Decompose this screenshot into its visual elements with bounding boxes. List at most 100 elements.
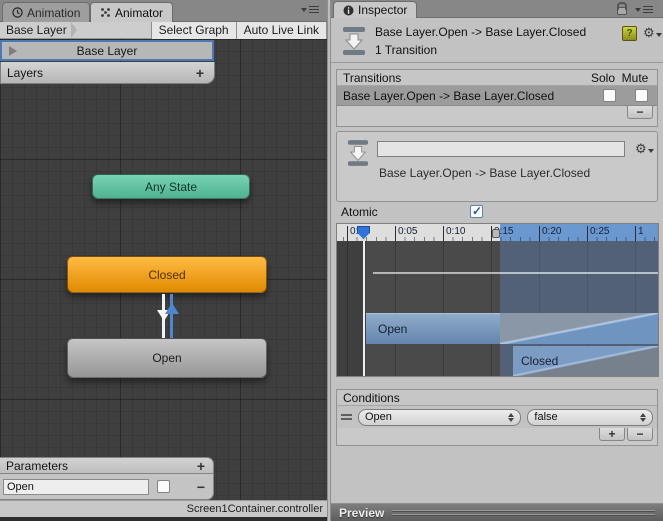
clip-bar-open[interactable]: Open: [366, 313, 500, 344]
atomic-label: Atomic: [341, 205, 378, 219]
inspector-menu-icon[interactable]: [635, 6, 653, 13]
clip-bar-closed[interactable]: Closed: [513, 346, 658, 376]
transition-timeline[interactable]: 0:00 0:05 0:10 0:15 0:20 0:25 1 Open: [336, 223, 659, 377]
inspector-pane: Inspector Base Layer.Open -> Base Layer.…: [331, 0, 663, 521]
lock-icon[interactable]: [617, 2, 627, 15]
tab-inspector[interactable]: Inspector: [333, 1, 418, 18]
conditions-footer: + −: [337, 428, 657, 445]
chevron-down-icon: [635, 7, 641, 12]
controller-statusbar: Screen1Container.controller: [0, 500, 327, 517]
animator-toolbar: Base Layer Select Graph Auto Live Link: [0, 21, 327, 39]
parameters-title: Parameters: [6, 458, 69, 473]
condition-parameter-dropdown[interactable]: Open: [357, 408, 522, 426]
select-graph-button[interactable]: Select Graph: [150, 21, 236, 39]
transition-detail-label: Base Layer.Open -> Base Layer.Closed: [379, 166, 591, 180]
tab-animation[interactable]: Animation: [2, 2, 91, 22]
drag-handle-icon[interactable]: [341, 414, 352, 420]
node-closed-label: Closed: [148, 267, 186, 282]
clock-icon: [12, 7, 23, 18]
node-any-state[interactable]: Any State: [92, 174, 250, 199]
transitions-section: Transitions Solo Mute Base Layer.Open ->…: [336, 69, 658, 127]
transition-list-row[interactable]: Base Layer.Open -> Base Layer.Closed: [337, 86, 657, 106]
animator-icon: [101, 8, 110, 17]
arrow-up-icon: [165, 303, 179, 314]
timeline-ruler[interactable]: 0:00 0:05 0:10 0:15 0:20 0:25 1: [337, 224, 658, 241]
tick-label: 1: [635, 226, 644, 241]
expander-triangle-icon[interactable]: [9, 45, 17, 56]
remove-condition-button[interactable]: −: [627, 428, 653, 441]
clip-bar-open-fadeout[interactable]: [500, 313, 658, 344]
tab-animator[interactable]: Animator: [90, 2, 174, 22]
transition-icon: [347, 140, 369, 166]
transitions-section-header: Transitions Solo Mute: [337, 70, 657, 86]
parameters-header: Parameters +: [0, 457, 214, 474]
transition-handle-icon[interactable]: [492, 229, 500, 238]
chevron-down-icon: [301, 7, 307, 12]
hamburger-icon: [309, 6, 319, 13]
transition-count: 1 Transition: [375, 43, 438, 57]
tick-label: 0:20: [539, 226, 561, 241]
auto-live-link-button[interactable]: Auto Live Link: [235, 21, 327, 39]
header-gear-icon[interactable]: ⚙: [643, 26, 662, 39]
remove-transition-button[interactable]: −: [627, 106, 653, 119]
timeline-body[interactable]: Open Closed: [337, 241, 658, 376]
condition-row: Open false: [337, 406, 657, 428]
clip-bar-closed-label: Closed: [521, 354, 559, 368]
dropdown-arrows-icon: [508, 412, 515, 422]
node-closed[interactable]: Closed: [67, 256, 267, 293]
conditions-section: Conditions Open false + −: [336, 389, 658, 446]
layer-item-base-layer[interactable]: Base Layer: [0, 40, 214, 61]
solo-column-header: Solo: [590, 70, 616, 85]
help-icon[interactable]: ?: [622, 26, 637, 41]
inspector-header: Base Layer.Open -> Base Layer.Closed 1 T…: [331, 18, 663, 63]
unity-editor-window: Animation Animator Base Layer Select Gra…: [0, 0, 663, 521]
node-any-state-label: Any State: [144, 179, 198, 194]
add-parameter-button[interactable]: +: [197, 458, 205, 474]
parameter-row: −: [0, 474, 214, 500]
tick-label: 0:25: [587, 226, 609, 241]
condition-parameter-value: Open: [364, 411, 392, 423]
remove-parameter-button[interactable]: −: [197, 479, 205, 495]
atomic-checkbox[interactable]: [470, 204, 483, 218]
conditions-section-header: Conditions: [337, 390, 657, 406]
transition-detail-box: ⚙ Base Layer.Open -> Base Layer.Closed: [336, 131, 658, 202]
transition-title: Base Layer.Open -> Base Layer.Closed: [375, 25, 587, 39]
statusbar-shadow: [0, 517, 327, 521]
conditions-title: Conditions: [343, 390, 400, 405]
playhead-line[interactable]: [363, 241, 365, 376]
animator-pane: Animation Animator Base Layer Select Gra…: [0, 0, 327, 521]
transition-list-footer: −: [337, 106, 657, 126]
hamburger-icon: [643, 6, 653, 13]
breadcrumb[interactable]: Base Layer: [0, 23, 71, 37]
mute-checkbox[interactable]: [634, 89, 648, 102]
transition-duration-line[interactable]: [373, 272, 658, 274]
solo-checkbox[interactable]: [602, 89, 616, 102]
add-condition-button[interactable]: +: [599, 428, 625, 441]
node-open-label: Open: [152, 351, 182, 365]
animator-tabbar: Animation Animator: [0, 0, 327, 22]
add-layer-button[interactable]: +: [196, 65, 204, 81]
dropdown-arrows-icon: [640, 412, 646, 422]
preview-drag-grip[interactable]: [392, 510, 655, 515]
controller-path: Screen1Container.controller: [186, 503, 323, 515]
mute-column-header: Mute: [621, 70, 649, 85]
transition-open-to-closed-selected[interactable]: [170, 294, 173, 338]
tab-inspector-label: Inspector: [358, 3, 408, 17]
tab-animator-label: Animator: [115, 5, 164, 20]
inspector-tabbar: Inspector: [331, 0, 663, 18]
node-open[interactable]: Open: [67, 338, 267, 378]
preview-label: Preview: [339, 505, 385, 520]
preview-bar[interactable]: Preview: [331, 503, 663, 521]
detail-gear-icon[interactable]: ⚙: [635, 142, 654, 155]
condition-value-dropdown[interactable]: false: [527, 408, 653, 426]
tab-animation-label: Animation: [27, 5, 81, 20]
layer-item-label: Base Layer: [76, 43, 138, 58]
parameter-bool-checkbox[interactable]: [157, 480, 170, 493]
condition-value: false: [534, 411, 558, 423]
pane-menu-icon[interactable]: [301, 6, 319, 13]
clip-bar-open-label: Open: [378, 322, 408, 336]
transition-name-input[interactable]: [377, 141, 625, 157]
transitions-title: Transitions: [343, 70, 402, 85]
info-icon: [343, 5, 354, 15]
parameter-name-input[interactable]: [3, 478, 149, 495]
